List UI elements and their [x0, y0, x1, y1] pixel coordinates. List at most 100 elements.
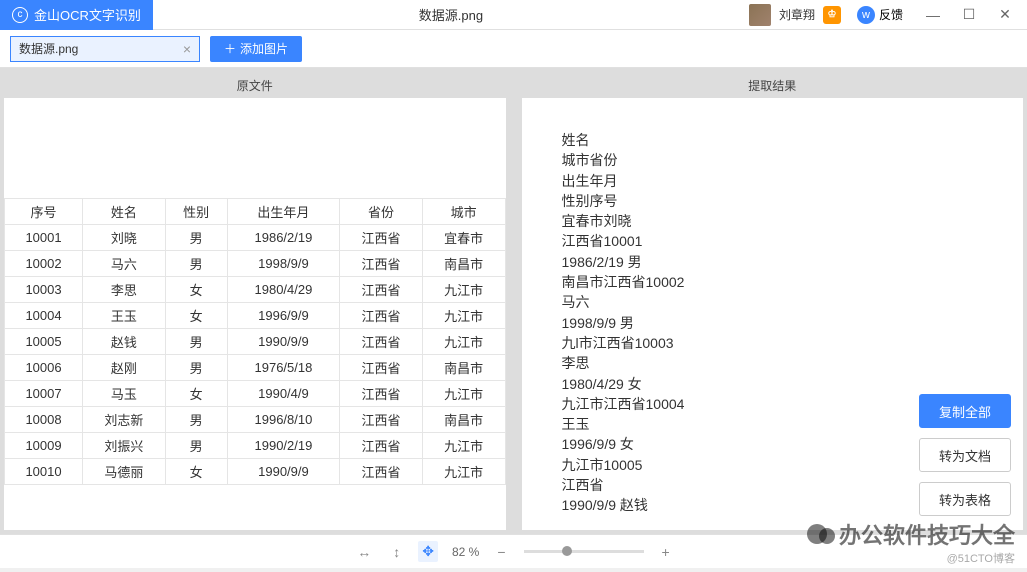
file-input[interactable]: 数据源.png × [10, 36, 200, 62]
zoom-value: 82 % [452, 545, 479, 559]
table-cell: 男 [165, 225, 227, 251]
table-cell: 1990/4/9 [227, 381, 340, 407]
source-panel: 原文件 序号姓名性别出生年月省份城市 10001刘晓男1986/2/19江西省宜… [4, 72, 506, 530]
minimize-button[interactable]: — [919, 1, 947, 29]
table-cell: 10001 [5, 225, 83, 251]
source-panel-header: 原文件 [4, 72, 506, 98]
table-cell: 王玉 [83, 303, 166, 329]
add-image-button[interactable]: ＋ 添加图片 [210, 36, 302, 62]
table-cell: 女 [165, 459, 227, 485]
table-cell: 1990/9/9 [227, 459, 340, 485]
result-panel: 提取结果 姓名 城市省份 出生年月 性别序号 宜春市刘晓 江西省10001 19… [522, 72, 1024, 530]
table-cell: 马六 [83, 251, 166, 277]
table-cell: 1980/4/29 [227, 277, 340, 303]
table-row: 10001刘晓男1986/2/19江西省宜春市 [5, 225, 506, 251]
table-cell: 赵钱 [83, 329, 166, 355]
table-cell: 九江市 [422, 459, 505, 485]
table-cell: 10002 [5, 251, 83, 277]
table-cell: 南昌市 [422, 407, 505, 433]
copy-all-button[interactable]: 复制全部 [919, 394, 1011, 428]
table-cell: 江西省 [340, 407, 423, 433]
table-cell: 江西省 [340, 329, 423, 355]
table-cell: 1996/9/9 [227, 303, 340, 329]
app-logo-icon: c [12, 7, 28, 23]
result-panel-header: 提取结果 [522, 72, 1024, 98]
table-header: 省份 [340, 199, 423, 225]
table-cell: 男 [165, 251, 227, 277]
table-cell: 10005 [5, 329, 83, 355]
zoom-thumb[interactable] [562, 546, 572, 556]
table-cell: 宜春市 [422, 225, 505, 251]
table-cell: 九江市 [422, 303, 505, 329]
table-cell: 江西省 [340, 355, 423, 381]
avatar[interactable] [749, 4, 771, 26]
table-row: 10008刘志新男1996/8/10江西省南昌市 [5, 407, 506, 433]
fit-width-icon[interactable]: ↔ [353, 542, 375, 562]
action-buttons: 复制全部 转为文档 转为表格 [919, 394, 1011, 516]
table-cell: 10004 [5, 303, 83, 329]
move-icon[interactable]: ✥ [418, 541, 438, 562]
fit-height-icon[interactable]: ↕ [389, 542, 404, 562]
table-row: 10007马玉女1990/4/9江西省九江市 [5, 381, 506, 407]
table-cell: 男 [165, 433, 227, 459]
zoom-slider[interactable] [524, 550, 644, 553]
table-cell: 女 [165, 277, 227, 303]
result-panel-body: 姓名 城市省份 出生年月 性别序号 宜春市刘晓 江西省10001 1986/2/… [522, 98, 1024, 530]
table-row: 10005赵钱男1990/9/9江西省九江市 [5, 329, 506, 355]
source-panel-body: 序号姓名性别出生年月省份城市 10001刘晓男1986/2/19江西省宜春市10… [4, 98, 506, 530]
table-cell: 赵刚 [83, 355, 166, 381]
clear-icon[interactable]: × [183, 41, 191, 57]
zoom-in-icon[interactable]: + [658, 542, 674, 562]
table-cell: 男 [165, 329, 227, 355]
table-cell: 10006 [5, 355, 83, 381]
workspace: 原文件 序号姓名性别出生年月省份城市 10001刘晓男1986/2/19江西省宜… [0, 68, 1027, 534]
app-badge: c 金山OCR文字识别 [0, 0, 153, 30]
table-cell: 10003 [5, 277, 83, 303]
file-input-value: 数据源.png [19, 40, 78, 57]
feedback-label: 反馈 [879, 6, 903, 23]
table-cell: 刘志新 [83, 407, 166, 433]
table-row: 10006赵刚男1976/5/18江西省南昌市 [5, 355, 506, 381]
table-cell: 九江市 [422, 329, 505, 355]
add-image-label: 添加图片 [240, 40, 288, 57]
table-header: 出生年月 [227, 199, 340, 225]
table-cell: 1990/2/19 [227, 433, 340, 459]
table-cell: 江西省 [340, 251, 423, 277]
table-row: 10010马德丽女1990/9/9江西省九江市 [5, 459, 506, 485]
table-cell: 江西省 [340, 277, 423, 303]
table-header: 城市 [422, 199, 505, 225]
table-cell: 女 [165, 381, 227, 407]
table-cell: 男 [165, 407, 227, 433]
table-cell: 10008 [5, 407, 83, 433]
table-cell: 刘晓 [83, 225, 166, 251]
table-cell: 江西省 [340, 381, 423, 407]
table-cell: 江西省 [340, 225, 423, 251]
table-cell: 江西省 [340, 459, 423, 485]
table-cell: 女 [165, 303, 227, 329]
table-cell: 马德丽 [83, 459, 166, 485]
table-cell: 九江市 [422, 381, 505, 407]
table-row: 10003李思女1980/4/29江西省九江市 [5, 277, 506, 303]
maximize-button[interactable]: ☐ [955, 1, 983, 29]
table-cell: 10009 [5, 433, 83, 459]
table-cell: 李思 [83, 277, 166, 303]
statusbar: ↔ ↕ ✥ 82 % − + [0, 534, 1027, 568]
feedback-button[interactable]: w 反馈 [849, 2, 911, 28]
table-cell: 江西省 [340, 303, 423, 329]
table-cell: 1986/2/19 [227, 225, 340, 251]
table-cell: 马玉 [83, 381, 166, 407]
table-cell: 1998/9/9 [227, 251, 340, 277]
to-doc-button[interactable]: 转为文档 [919, 438, 1011, 472]
title-right: 刘章翔 ♔ w 反馈 — ☐ ✕ [749, 1, 1027, 29]
to-sheet-button[interactable]: 转为表格 [919, 482, 1011, 516]
table-cell: 10007 [5, 381, 83, 407]
feedback-icon: w [857, 6, 875, 24]
zoom-out-icon[interactable]: − [493, 542, 509, 562]
table-cell: 1996/8/10 [227, 407, 340, 433]
table-header: 序号 [5, 199, 83, 225]
table-cell: 九江市 [422, 433, 505, 459]
window-title: 数据源.png [153, 5, 749, 24]
table-cell: 10010 [5, 459, 83, 485]
close-button[interactable]: ✕ [991, 1, 1019, 29]
table-row: 10004王玉女1996/9/9江西省九江市 [5, 303, 506, 329]
